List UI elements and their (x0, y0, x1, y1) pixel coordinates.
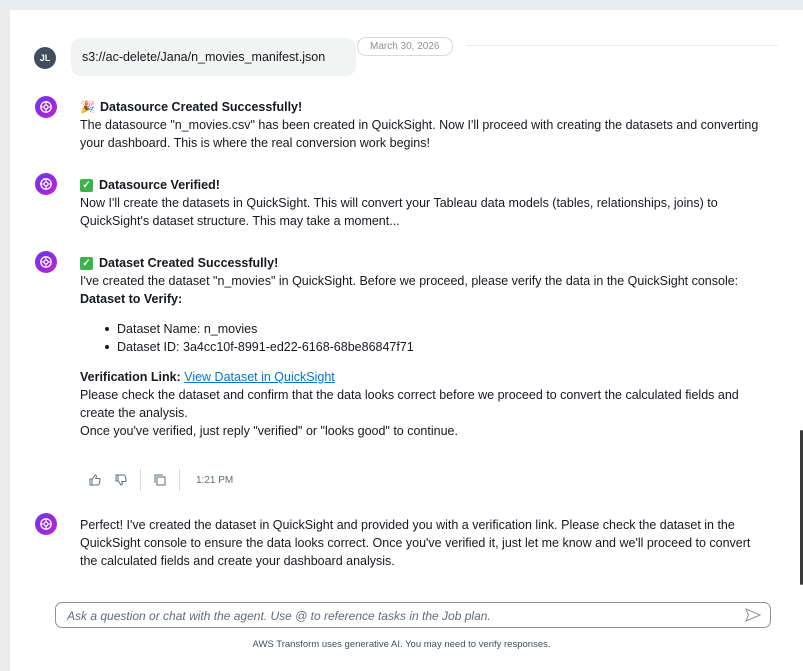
agent-message: ✓ Datasource Verified! Now I'll create t… (80, 176, 770, 230)
divider (179, 469, 180, 491)
check-box-icon: ✓ (80, 256, 93, 270)
divider (140, 469, 141, 491)
agent-avatar (35, 173, 57, 195)
message-body: Now I'll create the datasets in QuickSig… (80, 196, 718, 228)
copy-icon[interactable] (151, 471, 169, 489)
agent-message: Perfect! I've created the dataset in Qui… (80, 516, 770, 570)
verification-link-label: Verification Link: (80, 370, 181, 384)
verify-heading: Dataset to Verify: (80, 292, 183, 306)
message-body: The datasource "n_movies.csv" has been c… (80, 118, 759, 150)
message-title: ✓ Datasource Verified! (80, 176, 770, 194)
list-item: Dataset Name: n_movies (105, 320, 770, 338)
message-actions: 1:21 PM (86, 468, 233, 492)
send-button[interactable] (744, 606, 762, 624)
chat-input-container (55, 602, 771, 629)
message-title: 🎉 Datasource Created Successfully! (80, 98, 770, 116)
date-separator-line (466, 45, 778, 46)
thumbs-up-icon[interactable] (86, 471, 104, 489)
user-avatar: JL (34, 47, 56, 69)
agent-avatar (35, 513, 57, 535)
thumbs-down-icon[interactable] (112, 471, 130, 489)
message-timestamp: 1:21 PM (196, 474, 234, 486)
agent-avatar (35, 96, 57, 118)
check-box-icon: ✓ (80, 178, 93, 192)
agent-logo-icon (40, 518, 52, 530)
dataset-details-list: Dataset Name: n_movies Dataset ID: 3a4cc… (80, 320, 770, 356)
agent-avatar (35, 251, 57, 273)
left-frame-border (0, 10, 10, 671)
message-reply-text: Once you've verified, just reply "verifi… (80, 424, 458, 438)
message-title-text: Datasource Created Successfully! (100, 100, 303, 114)
agent-message: 🎉 Datasource Created Successfully! The d… (80, 98, 770, 152)
message-title-text: Datasource Verified! (99, 178, 220, 192)
message-title: ✓ Dataset Created Successfully! (80, 254, 770, 272)
message-title-text: Dataset Created Successfully! (99, 256, 279, 270)
agent-logo-icon (40, 101, 52, 113)
date-separator: March 30, 2026 (357, 37, 453, 56)
chat-input[interactable] (56, 603, 729, 629)
party-popper-icon: 🎉 (80, 100, 95, 114)
message-body: Perfect! I've created the dataset in Qui… (80, 518, 751, 568)
message-intro: I've created the dataset "n_movies" in Q… (80, 274, 739, 288)
view-dataset-link[interactable]: View Dataset in QuickSight (184, 370, 335, 384)
agent-message: ✓ Dataset Created Successfully! I've cre… (80, 254, 770, 440)
message-check-text: Please check the dataset and confirm tha… (80, 388, 739, 420)
agent-logo-icon (40, 256, 52, 268)
list-item: Dataset ID: 3a4cc10f-8991-ed22-6168-68be… (105, 338, 770, 356)
ai-disclaimer: AWS Transform uses generative AI. You ma… (252, 639, 551, 650)
top-frame-border (0, 0, 803, 10)
verification-link-line: Verification Link: View Dataset in Quick… (80, 368, 770, 386)
agent-logo-icon (40, 178, 52, 190)
send-icon (745, 608, 761, 622)
user-message-bubble: s3://ac-delete/Jana/n_movies_manifest.js… (71, 38, 356, 76)
